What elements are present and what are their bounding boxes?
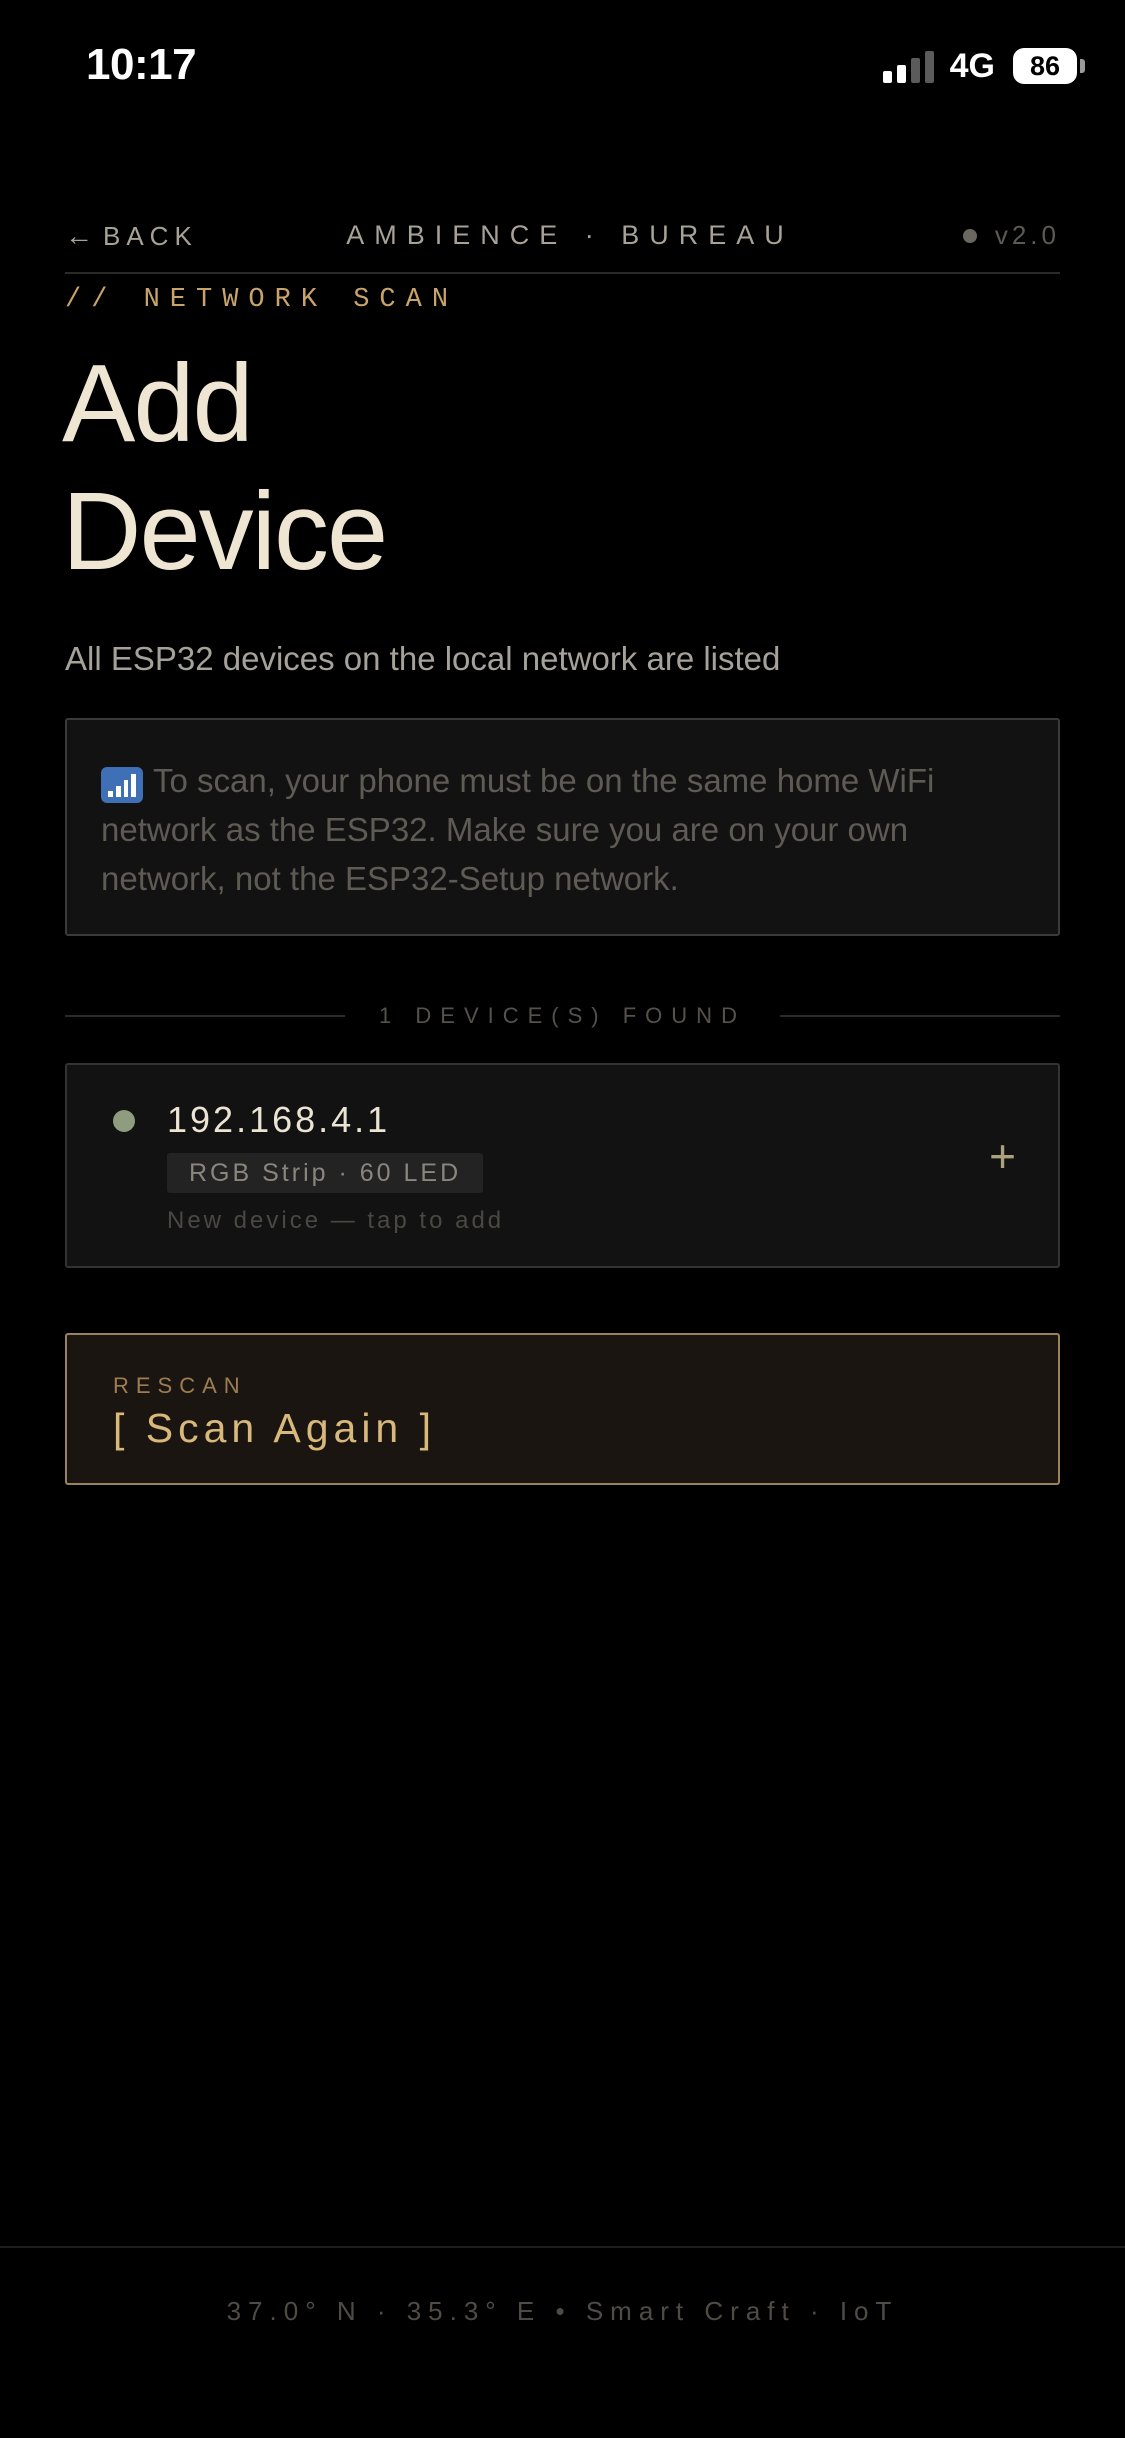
back-button[interactable]: ← BACK	[65, 220, 198, 252]
device-hint: New device — tap to add	[167, 1207, 505, 1234]
page-title-line-2: Device	[62, 470, 388, 593]
footer-text: 37.0° N · 35.3° E • Smart Craft · IoT	[226, 2296, 899, 2326]
status-indicators: 4G 86	[882, 46, 1085, 86]
status-dot-icon	[962, 228, 977, 243]
online-status-icon	[113, 1110, 135, 1132]
scan-again-button[interactable]: RESCAN [ Scan Again ]	[65, 1333, 1060, 1485]
app-header: ← BACK AMBIENCE · BUREAU v2.0	[65, 212, 1060, 274]
network-type: 4G	[949, 46, 995, 85]
page-subtitle: All ESP32 devices on the local network a…	[65, 640, 781, 677]
page-title: Add Device	[62, 340, 388, 596]
device-type-badge: RGB Strip · 60 LED	[167, 1153, 484, 1193]
devices-found-count: 1 DEVICE(S) FOUND	[379, 1003, 746, 1028]
devices-found-divider: 1 DEVICE(S) FOUND	[65, 998, 1061, 1034]
info-box: To scan, your phone must be on the same …	[65, 718, 1060, 936]
info-text: To scan, your phone must be on the same …	[101, 762, 935, 897]
battery-level: 86	[1029, 50, 1061, 81]
plus-icon[interactable]: +	[989, 1133, 1016, 1179]
scan-again-label: [ Scan Again ]	[113, 1405, 437, 1451]
section-tag: // NETWORK SCAN	[65, 285, 459, 315]
signal-bars-icon	[101, 767, 143, 803]
back-label: BACK	[103, 220, 198, 251]
device-ip: 192.168.4.1	[167, 1099, 391, 1140]
status-bar: 10:17 4G 86	[0, 0, 1125, 135]
version-label: v2.0	[994, 220, 1060, 250]
divider-line	[779, 1015, 1061, 1017]
battery-icon: 86	[1013, 48, 1085, 84]
rescan-label: RESCAN	[113, 1373, 247, 1398]
footer: 37.0° N · 35.3° E • Smart Craft · IoT	[0, 2246, 1125, 2438]
cellular-signal-icon	[882, 49, 934, 83]
device-card[interactable]: 192.168.4.1 RGB Strip · 60 LED New devic…	[65, 1063, 1060, 1268]
brand-title: AMBIENCE · BUREAU	[346, 220, 794, 250]
version-indicator: v2.0	[962, 220, 1060, 251]
page-title-line-1: Add	[62, 342, 254, 465]
status-time: 10:17	[86, 40, 197, 89]
arrow-left-icon: ←	[65, 220, 93, 251]
divider-line	[65, 1015, 346, 1017]
